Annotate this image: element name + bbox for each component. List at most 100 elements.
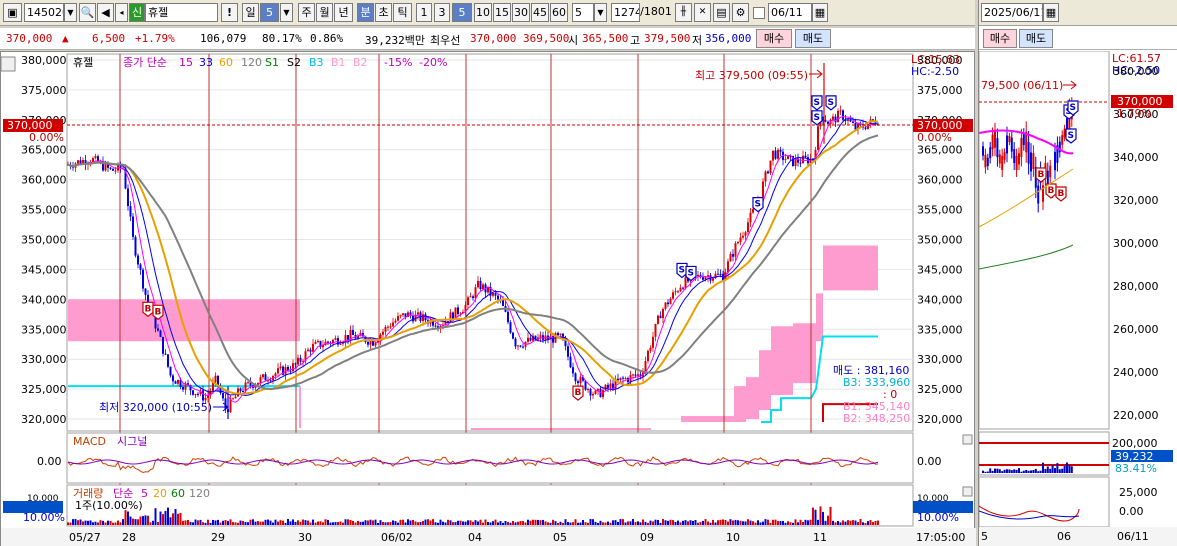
side-volume-bar — [1025, 469, 1028, 473]
sell-button[interactable]: 매도 — [795, 29, 831, 48]
volume-bar — [469, 520, 472, 525]
period-minute[interactable]: 분 — [357, 3, 374, 22]
gear-icon[interactable]: ⚙ — [732, 3, 749, 22]
y-tick-right: 365,000 — [917, 144, 963, 157]
calendar-icon[interactable]: ▦ — [812, 3, 828, 22]
interval-3[interactable]: 3 — [434, 3, 450, 22]
interval-10[interactable]: 10 — [474, 3, 492, 22]
prev-stock-icon[interactable]: ◂ — [115, 3, 128, 22]
side-calendar-icon[interactable]: ▦ — [1043, 3, 1059, 22]
interval-5[interactable]: 5 — [452, 3, 472, 22]
volume-bar — [439, 519, 442, 525]
volume-bar — [84, 520, 87, 525]
side-candle-body — [986, 157, 989, 167]
legend-ma-type: 종가 단순 — [123, 56, 167, 69]
save-icon[interactable]: ▤ — [713, 3, 730, 22]
chart-panel[interactable]: BBBSSSSSS 380,000375,000370,000365,00036… — [0, 51, 976, 546]
interval-30[interactable]: 30 — [512, 3, 530, 22]
candle-type-icon[interactable]: ╫ — [675, 3, 692, 22]
candle-body — [299, 357, 302, 362]
side-price-chart[interactable]: LC:61.57 HC:-2.50 79,500 (06/11) 380,000… — [979, 51, 1177, 546]
volume-bar — [317, 521, 319, 525]
volume-bar — [314, 522, 317, 525]
interval-1[interactable]: 1 — [416, 3, 432, 22]
candle-body — [739, 237, 742, 243]
volume-bar — [834, 522, 837, 525]
y-tick-right: 345,000 — [917, 263, 963, 276]
zone-step — [759, 350, 771, 411]
speaker-icon[interactable]: ◀ — [97, 3, 114, 22]
side-sell-button[interactable]: 매도 — [1019, 29, 1053, 48]
macd-close-icon[interactable] — [962, 434, 973, 445]
candle-body — [717, 273, 719, 275]
volume-close-icon[interactable] — [962, 486, 973, 497]
period-dropdown-icon[interactable]: ▼ — [280, 3, 293, 22]
window-menu-icon[interactable]: ▣ — [3, 3, 22, 22]
side-buy-button[interactable]: 매수 — [983, 29, 1017, 48]
candle-body — [194, 393, 197, 395]
price-change: 6,500 — [92, 32, 126, 45]
legend-stock: 휴젤 — [73, 56, 93, 69]
period-month[interactable]: 월 — [316, 3, 333, 22]
date-input[interactable]: 06/11 — [768, 3, 812, 22]
range-input[interactable]: 1274 — [611, 3, 640, 22]
side-date-input[interactable]: 2025/06/11 — [981, 3, 1043, 22]
alert-button[interactable]: ! — [221, 3, 238, 22]
interval-15[interactable]: 15 — [493, 3, 511, 22]
volume-bar — [357, 520, 359, 525]
volume-bar — [479, 519, 482, 525]
volume-bar — [659, 522, 662, 525]
volume-bar — [94, 521, 97, 525]
volume-bar — [157, 522, 159, 525]
stock-code-input[interactable]: 145020 — [24, 3, 64, 22]
volume-bar — [679, 522, 682, 525]
sell-signal-marker-letter: S — [814, 98, 820, 108]
legend-ma60: 60 — [219, 56, 233, 69]
period-week[interactable]: 주 — [298, 3, 315, 22]
stock-name-field[interactable]: 휴젤 — [145, 3, 218, 22]
side-candle-body — [1030, 152, 1032, 172]
buy-button[interactable]: 매수 — [756, 29, 792, 48]
side-candle-body — [1013, 149, 1016, 164]
bid-label: 최우선 — [430, 34, 461, 47]
side-chart-panel[interactable]: 2025/06/11 ▦ 매수 매도 LC:61.57 HC:-2.50 79,… — [978, 0, 1177, 546]
volume-bar — [72, 519, 74, 525]
side-candle-body — [1054, 151, 1056, 171]
price-chart[interactable]: BBBSSSSSS 380,000375,000370,000365,00036… — [0, 52, 976, 546]
pane-menu-icon[interactable] — [0, 56, 16, 72]
interval-60[interactable]: 60 — [550, 3, 568, 22]
interval-45[interactable]: 45 — [531, 3, 549, 22]
side-candle-body — [982, 146, 984, 156]
side-y-tick: 260,000 — [1113, 323, 1159, 336]
period-tick[interactable]: 틱 — [393, 3, 412, 22]
volume-bar — [579, 522, 582, 525]
side-signal-marker: S — [1067, 100, 1079, 116]
candle-body — [784, 159, 787, 161]
count-dropdown-icon[interactable]: ▼ — [594, 3, 607, 22]
candle-body — [472, 296, 474, 299]
volume-bar — [137, 519, 139, 525]
ask-price: 370,000 — [470, 32, 517, 45]
volume-bar — [472, 521, 474, 525]
period-second[interactable]: 초 — [375, 3, 392, 22]
candle-body — [232, 398, 234, 400]
period-year[interactable]: 년 — [334, 3, 353, 22]
volume-bar — [189, 521, 192, 525]
volume-bar — [729, 519, 732, 525]
date-checkbox[interactable] — [753, 7, 765, 19]
volume-bar — [877, 520, 879, 525]
period-day[interactable]: 일 — [242, 3, 259, 22]
volume-bar — [494, 519, 497, 525]
indicator-icon[interactable]: ✕ — [694, 3, 711, 22]
search-icon[interactable]: 🔍 — [79, 3, 96, 22]
y-tick-left: 365,000 — [21, 144, 67, 157]
side-candle-body — [998, 154, 1001, 164]
candle-body — [574, 373, 577, 382]
candle-body — [314, 341, 317, 344]
candle-body — [142, 269, 144, 289]
stock-code-dropdown-icon[interactable]: ▼ — [64, 3, 77, 22]
side-volume-bar — [996, 468, 999, 473]
period-day-count[interactable]: 5 — [260, 3, 279, 22]
count-input[interactable]: 5 — [572, 3, 594, 22]
sell-signal-marker: S — [811, 95, 823, 111]
